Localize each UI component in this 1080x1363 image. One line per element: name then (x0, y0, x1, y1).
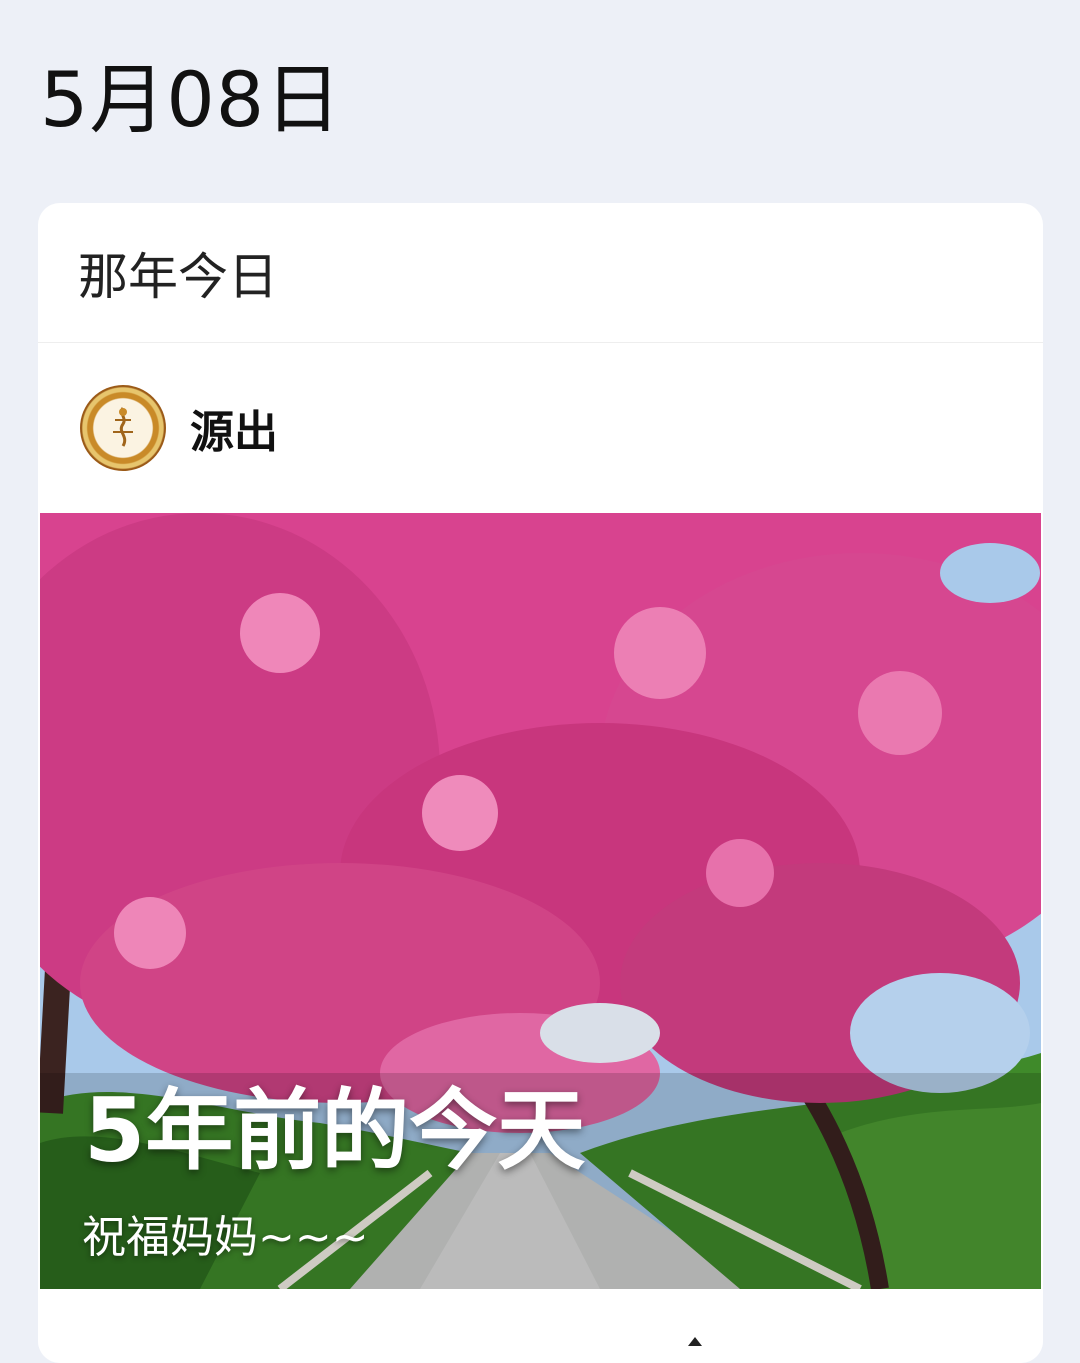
memory-photo[interactable]: 5年前的今天 祝福妈妈~~~ (40, 513, 1041, 1289)
photo-overlay-subtitle: 祝福妈妈~~~ (82, 1212, 369, 1263)
avatar-figure (113, 407, 133, 447)
photo-overlay-title: 5年前的今天 (84, 1079, 586, 1182)
card-footer (38, 1289, 1043, 1349)
memory-card[interactable]: 那年今日 源出 5年前的今天 祝福妈妈~~~ (38, 203, 1043, 1363)
author-row[interactable]: 源出 (38, 343, 1043, 513)
date-heading: 5月08日 (40, 55, 343, 144)
card-title: 那年今日 (38, 203, 1043, 343)
logo-avatar-icon[interactable] (80, 385, 166, 471)
caret-up-icon (688, 1337, 702, 1346)
author-name[interactable]: 源出 (190, 396, 278, 460)
